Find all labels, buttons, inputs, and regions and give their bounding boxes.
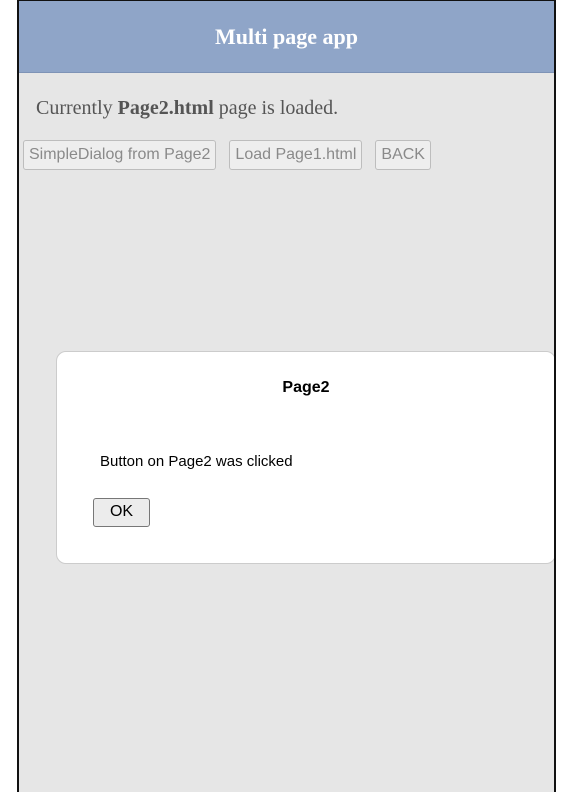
status-text: Currently Page2.html page is loaded. [36, 96, 554, 120]
app-frame: Multi page app Currently Page2.html page… [17, 0, 556, 792]
status-prefix: Currently [36, 97, 118, 119]
simple-dialog-button[interactable]: SimpleDialog from Page2 [23, 140, 217, 170]
app-header: Multi page app [19, 1, 554, 73]
dialog-title: Page2 [282, 379, 330, 396]
status-suffix: page is loaded. [213, 97, 339, 119]
load-page1-button[interactable]: Load Page1.html [229, 140, 363, 170]
simple-dialog: Page2 Button on Page2 was clicked OK [56, 351, 554, 564]
app-title: Multi page app [214, 23, 359, 49]
status-page-name: Page2.html [117, 97, 214, 119]
back-button[interactable]: BACK [375, 140, 431, 170]
button-row: SimpleDialog from Page2 Load Page1.html … [23, 140, 533, 170]
dialog-message: Button on Page2 was clicked [100, 453, 293, 470]
ok-button[interactable]: OK [93, 498, 150, 527]
